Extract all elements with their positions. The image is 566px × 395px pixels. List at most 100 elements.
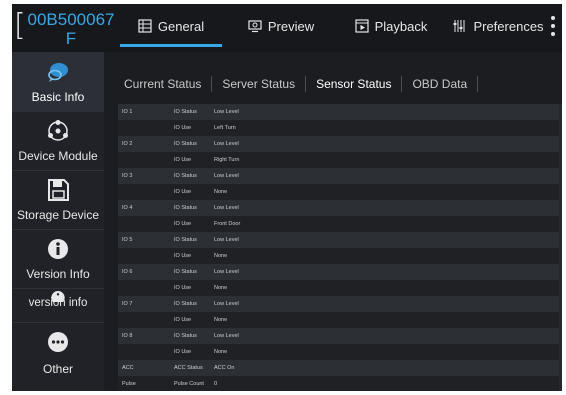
tab-general[interactable]: General [116,4,226,48]
value-cell: None [214,317,228,323]
sidebar-item-label: version info [28,297,88,309]
table-row: IO 6 IO Status Low Level [118,264,562,280]
sidebar-item-label: Device Module [18,149,98,163]
table-row: IO Use None [118,312,562,328]
chat-bubble-icon [48,63,68,82]
field-cell: IO Use [174,125,192,131]
field-cell: IO Use [174,189,192,195]
value-cell: None [214,285,228,291]
main-tabs: General Preview Playback Preferences [116,4,546,52]
table-row: IO Use Right Turn [118,152,562,168]
value-cell: Left Turn [214,125,236,131]
sidebar-item-label: Version Info [26,267,90,281]
field-cell: IO Status [174,141,197,147]
field-cell: IO Use [174,157,192,163]
app-screen: [ 00B500067 F General Preview Playback P… [12,4,562,391]
value-cell: 0 [214,381,218,387]
table-scrollbar[interactable] [559,104,562,391]
field-cell: IO Use [174,285,192,291]
bracket-glyph: [ [14,8,26,43]
playback-icon [355,19,369,33]
more-menu-button[interactable] [548,14,558,40]
value-cell: Low Level [214,333,239,339]
io-cell: IO 6 [122,269,133,275]
table-row: IO 8 IO Status Low Level [118,328,562,344]
value-cell: Right Turn [214,157,240,163]
main-content: Current Status Server Status Sensor Stat… [104,52,562,391]
field-cell: IO Status [174,109,197,115]
table-row: IO 4 IO Status Low Level [118,200,562,216]
io-cell: IO 4 [122,205,133,211]
sidebar-item-basic-info[interactable]: Basic Info [12,52,104,112]
field-cell: IO Use [174,253,192,259]
more-vertical-icon [551,16,555,20]
table-row: IO 1 IO Status Low Level [118,104,562,120]
value-cell: Low Level [214,301,239,307]
device-id-line-2: F [65,29,77,48]
field-cell: IO Use [174,317,192,323]
value-cell: Low Level [214,237,239,243]
field-cell: IO Use [174,221,192,227]
device-id-line-1: 00B500067 [27,10,115,29]
table-row: Pulse Pulse Count 0 [118,376,562,391]
value-cell: Low Level [214,109,239,115]
io-cell: IO 3 [122,173,133,179]
table-row: IO Use Left Turn [118,120,562,136]
field-cell: IO Status [174,237,197,243]
sliders-icon [453,20,465,32]
tab-preview[interactable]: Preview [226,4,336,48]
sidebar-item-label: Basic Info [31,90,85,104]
value-cell: None [214,189,228,195]
sidebar-item-storage-device[interactable]: Storage Device [12,170,104,230]
tab-preferences[interactable]: Preferences [446,4,551,48]
device-id-block: [ 00B500067 F [12,4,116,52]
sidebar-item-other[interactable]: Other [12,322,104,391]
subtab-obd-data[interactable]: OBD Data [402,77,477,91]
table-row: IO Use None [118,280,562,296]
field-cell: ACC Status [174,365,203,371]
top-bar: [ 00B500067 F General Preview Playback P… [12,4,562,52]
table-row: IO 5 IO Status Low Level [118,232,562,248]
subtab-divider [477,76,479,92]
sidebar-item-version-info[interactable]: Version Info [12,229,104,289]
field-cell: IO Status [174,269,197,275]
sidebar: Basic Info Device Module Storage Device [12,52,104,391]
table-row: IO 2 IO Status Low Level [118,136,562,152]
io-cell: IO 7 [122,301,133,307]
active-tab-indicator [120,44,222,47]
sensor-status-table: IO 1 IO Status Low Level IO Use Left Turn I… [118,104,562,391]
field-cell: IO Status [174,173,197,179]
table-row: IO Use Front Door [118,216,562,232]
io-cell: Pulse [122,381,136,387]
field-cell: IO Status [174,301,197,307]
sidebar-item-label: Other [42,362,73,376]
subtab-sensor-status[interactable]: Sensor Status [306,77,401,91]
info-icon [48,239,68,259]
table-row: IO 3 IO Status Low Level [118,168,562,184]
grid-icon [138,19,152,33]
sidebar-item-device-module[interactable]: Device Module [12,111,104,171]
sidebar-item-version-info-duplicate[interactable]: version info [12,288,104,323]
monitor-icon [248,20,262,33]
table-row: IO Use None [118,184,562,200]
tab-playback[interactable]: Playback [336,4,446,48]
table-row: ACC ACC Status ACC On [118,360,562,376]
floppy-disk-icon [48,179,69,201]
field-cell: Pulse Count [174,381,204,387]
field-cell: IO Status [174,205,197,211]
io-cell: IO 8 [122,333,133,339]
subtab-server-status[interactable]: Server Status [212,77,305,91]
more-circle-icon [48,332,68,352]
field-cell: IO Status [174,333,197,339]
table-row: IO 7 IO Status Low Level [118,296,562,312]
io-cell: IO 1 [122,109,133,115]
tab-general-label: General [157,18,205,34]
subtab-current-status[interactable]: Current Status [114,77,211,91]
value-cell: Low Level [214,141,239,147]
value-cell: None [214,253,228,259]
tab-playback-label: Playback [374,18,428,34]
tab-preview-label: Preview [267,18,315,34]
value-cell: Low Level [214,205,239,211]
value-cell: ACC On [214,365,235,371]
network-icon [48,120,68,141]
